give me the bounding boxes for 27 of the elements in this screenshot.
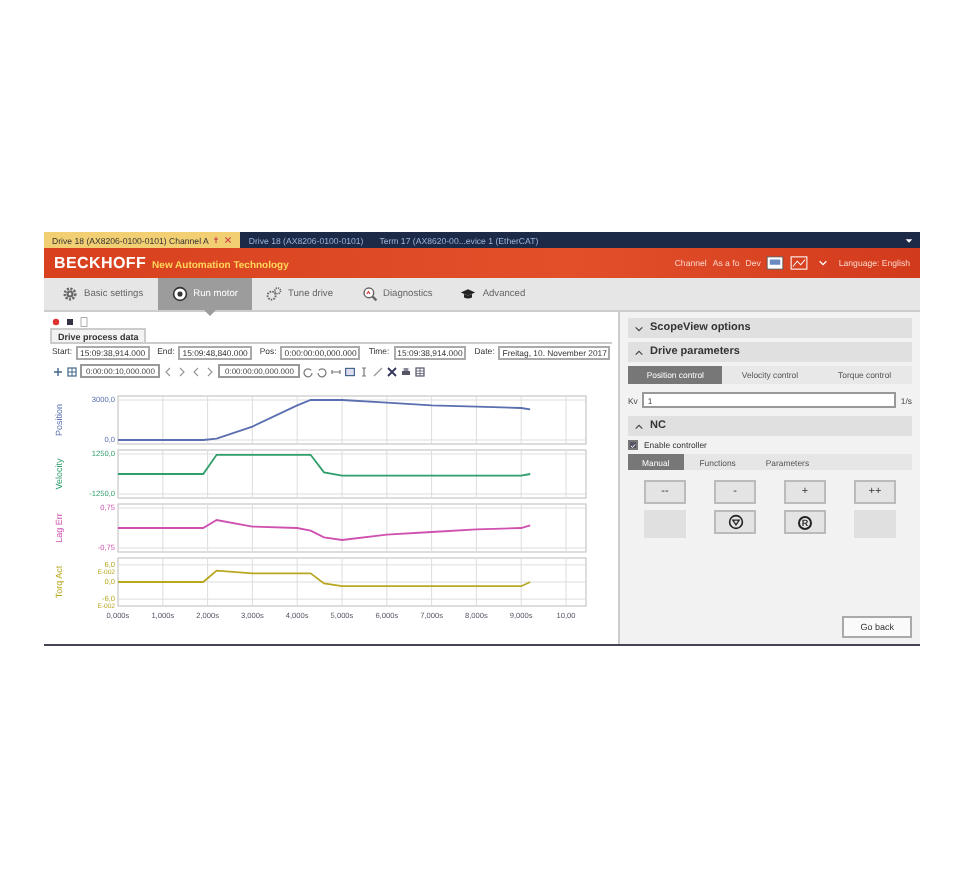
close-icon[interactable] <box>224 236 233 244</box>
zoom-box-icon[interactable] <box>343 365 356 377</box>
grid-icon[interactable] <box>66 365 78 377</box>
table-icon[interactable] <box>413 365 426 377</box>
refresh-icon[interactable] <box>301 365 314 377</box>
gears-icon <box>266 286 283 302</box>
checkbox[interactable] <box>628 440 638 450</box>
print-icon[interactable] <box>399 365 412 377</box>
chevron-icon <box>634 347 644 357</box>
stop-icon[interactable] <box>64 316 76 328</box>
undo-icon[interactable] <box>315 365 328 377</box>
chevron-icon[interactable] <box>818 258 829 268</box>
fit-width-icon[interactable] <box>329 365 342 377</box>
graduation-cap-icon <box>460 286 477 302</box>
chart-icon[interactable] <box>790 256 809 270</box>
magnifier-icon <box>361 286 378 302</box>
plus-icon[interactable] <box>52 365 64 377</box>
gear-icon <box>62 286 78 302</box>
circled-triangle-icon <box>727 514 743 530</box>
cursor-cross-icon[interactable] <box>385 365 398 377</box>
stop-button[interactable] <box>714 510 756 534</box>
brand-logo: BECKHOFF <box>54 254 147 272</box>
fit-height-icon[interactable] <box>357 365 370 377</box>
record-icon[interactable] <box>50 316 62 328</box>
chevron-icon <box>634 323 644 333</box>
device-icon[interactable] <box>766 256 785 270</box>
chevron-icon <box>634 421 644 431</box>
